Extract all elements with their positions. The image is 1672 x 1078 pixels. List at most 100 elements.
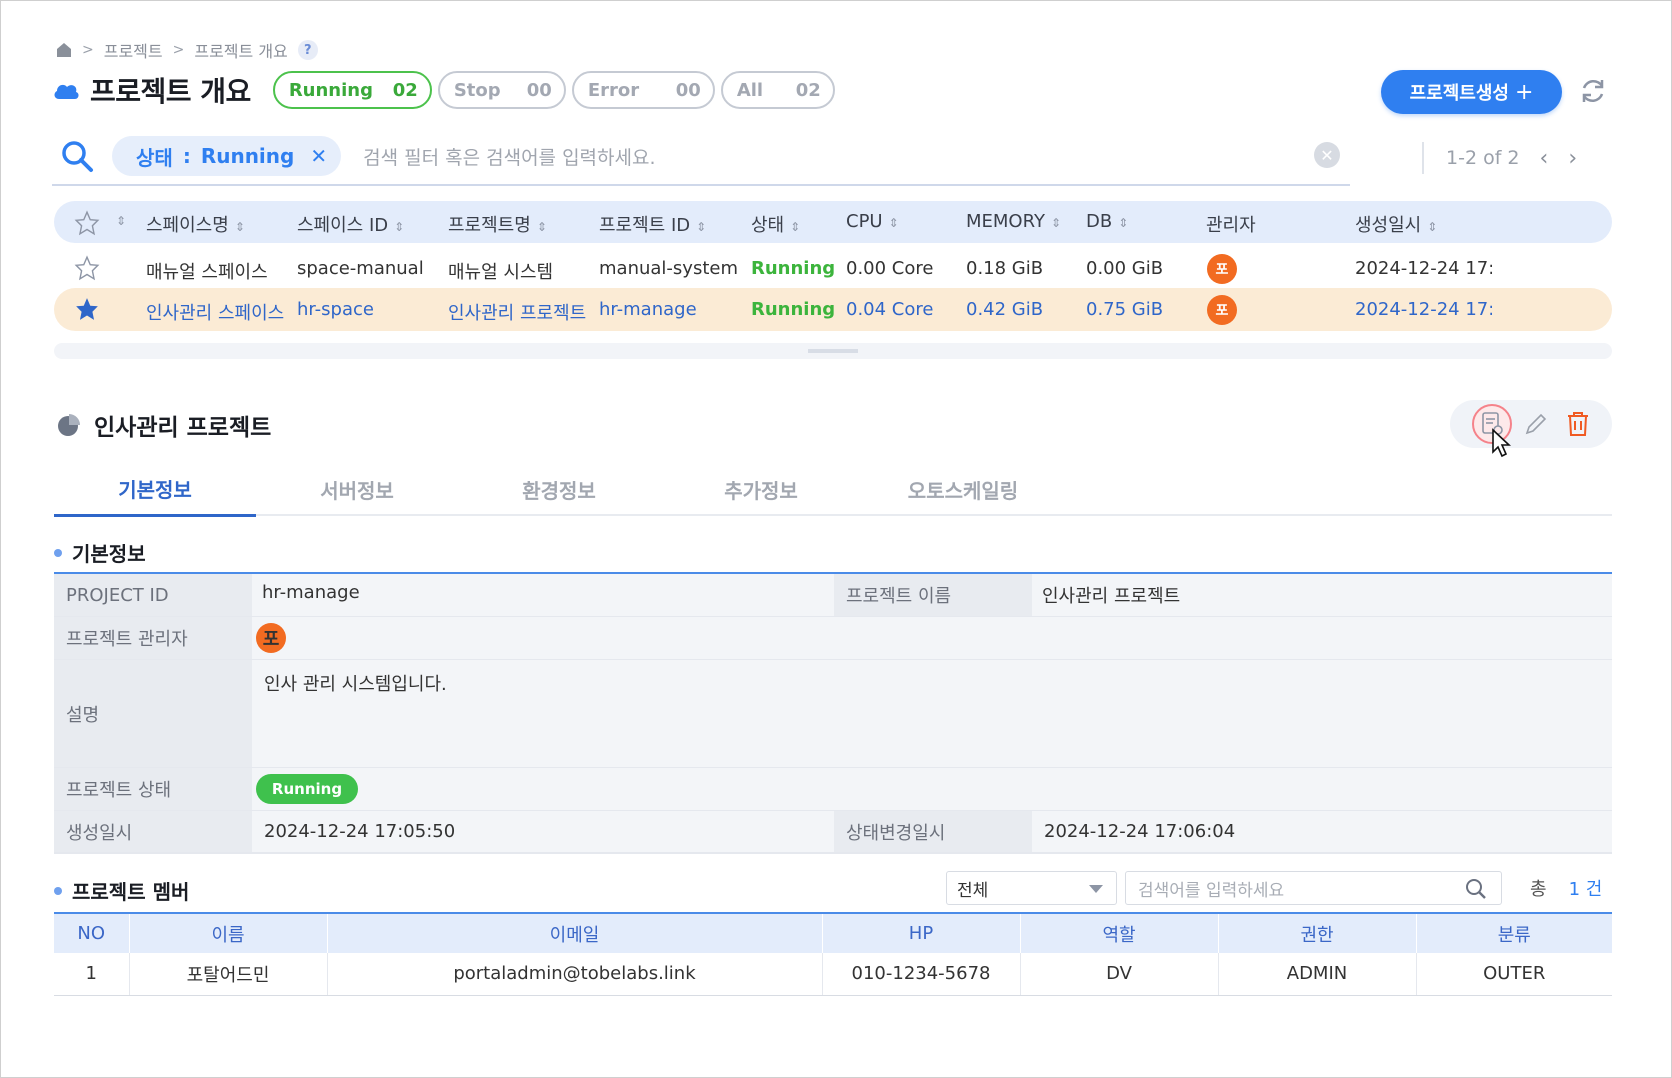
status-filter-chip[interactable]: 상태 : Running ✕ [112, 136, 342, 176]
tab-extra-info[interactable]: 추가정보 [660, 462, 862, 516]
col-label: CPU [846, 211, 883, 232]
status-pill-all[interactable]: All 02 [720, 71, 835, 109]
col-status[interactable]: 상태 ⇕ [751, 211, 800, 237]
info-row: 프로젝트 상태 Running [54, 768, 1612, 811]
avatar: 포 [256, 623, 286, 653]
col-label: 상태 [751, 215, 785, 236]
col-project-id[interactable]: 프로젝트 ID ⇕ [599, 211, 706, 237]
bullet-icon [54, 886, 62, 895]
breadcrumb-separator-icon: > [172, 42, 185, 58]
sort-icon: ⇕ [394, 220, 405, 234]
search-input[interactable]: 검색 필터 혹은 검색어를 입력하세요. [363, 143, 655, 170]
sort-icon: ⇕ [888, 216, 899, 230]
tab-server-info[interactable]: 서버정보 [256, 462, 458, 516]
status-badge-wrap: Running [256, 774, 358, 804]
cell-memory: 0.42 GiB [966, 299, 1044, 320]
label-created: 생성일시 [54, 811, 252, 852]
total-count: 1 건 [1568, 879, 1603, 900]
col-created[interactable]: 생성일시 ⇕ [1355, 211, 1437, 237]
col-label: 스페이스 ID [297, 215, 389, 236]
status-pill-stop[interactable]: Stop 00 [437, 71, 566, 109]
favorite-star-filled-icon[interactable] [74, 296, 100, 327]
member-table: NO 이름 이메일 HP 역할 권한 분류 1 포탈어드민 portaladmi… [54, 912, 1612, 996]
sort-icon: ⇕ [1427, 220, 1438, 234]
table-row[interactable]: 매뉴얼 스페이스 space-manual 매뉴얼 시스템 manual-sys… [54, 247, 1612, 290]
detail-title-text: 인사관리 프로젝트 [94, 415, 272, 441]
cell-project-id: manual-system [599, 258, 738, 279]
col-type: 분류 [1416, 912, 1612, 953]
info-row: 생성일시 2024-12-24 17:05:50 상태변경일시 2024-12-… [54, 811, 1612, 854]
label-project-id: PROJECT ID [54, 574, 252, 616]
edit-pencil-icon[interactable] [1520, 408, 1552, 440]
cell-type: OUTER [1416, 953, 1612, 996]
breadcrumb-item-project[interactable]: 프로젝트 [104, 38, 163, 62]
detail-actions [1450, 400, 1612, 448]
sort-icon[interactable]: ⇕ [116, 214, 126, 228]
breadcrumb-separator-icon: > [82, 42, 94, 58]
pill-label: Running [288, 79, 373, 101]
favorite-star-icon[interactable] [74, 255, 100, 286]
tab-env-info[interactable]: 환경정보 [458, 462, 660, 516]
table-row-selected[interactable]: 인사관리 스페이스 hr-space 인사관리 프로젝트 hr-manage R… [54, 288, 1612, 331]
status-pill-running[interactable]: Running 02 [272, 71, 432, 109]
next-page-icon[interactable]: › [1568, 146, 1577, 171]
trash-icon[interactable] [1562, 408, 1594, 440]
section-title: 프로젝트 멤버 [72, 880, 190, 904]
remove-filter-icon[interactable]: ✕ [310, 144, 327, 168]
favorite-header-icon[interactable] [74, 210, 100, 241]
col-label: 프로젝트 ID [599, 215, 691, 236]
scrollbar-handle[interactable] [808, 349, 858, 353]
home-icon[interactable] [56, 42, 72, 58]
col-space-name[interactable]: 스페이스명 ⇕ [146, 211, 245, 237]
value-project-id: hr-manage [262, 582, 360, 603]
clear-search-icon[interactable]: ✕ [1314, 142, 1340, 168]
create-project-button[interactable]: 프로젝트생성 + [1381, 70, 1562, 114]
col-db[interactable]: DB ⇕ [1086, 211, 1128, 232]
basic-info-heading: 기본정보 [54, 538, 146, 567]
member-filter-select[interactable]: 전체 [946, 871, 1117, 905]
cell-status: Running [751, 299, 836, 320]
col-name: 이름 [129, 912, 328, 953]
sort-icon: ⇕ [1118, 216, 1129, 230]
search-icon[interactable] [60, 139, 94, 173]
table-row[interactable]: 1 포탈어드민 portaladmin@tobelabs.link 010-12… [54, 953, 1612, 996]
cell-db: 0.00 GiB [1086, 258, 1164, 279]
help-icon[interactable]: ? [297, 40, 318, 60]
sort-icon: ⇕ [234, 220, 245, 234]
member-count: 총 1 건 [1530, 871, 1602, 905]
value-project-name: 인사관리 프로젝트 [1042, 586, 1181, 607]
cell-role: DV [1020, 953, 1219, 996]
col-label: 프로젝트명 [448, 215, 531, 236]
pill-count: 00 [526, 79, 552, 101]
cell-name: 포탈어드민 [129, 953, 328, 996]
detail-title: 인사관리 프로젝트 [56, 408, 271, 442]
breadcrumb-item-overview[interactable]: 프로젝트 개요 [194, 38, 287, 62]
sort-icon: ⇕ [696, 220, 707, 234]
col-label: 스페이스명 [146, 215, 229, 236]
avatar: 포 [1207, 254, 1237, 284]
status-pill-error[interactable]: Error 00 [571, 71, 715, 109]
cell-db: 0.75 GiB [1086, 299, 1164, 320]
col-space-id[interactable]: 스페이스 ID ⇕ [297, 211, 404, 237]
col-label: DB [1086, 211, 1113, 232]
cell-space-id: space-manual [297, 258, 424, 279]
prev-page-icon[interactable]: ‹ [1540, 146, 1549, 171]
col-label: MEMORY [966, 211, 1045, 232]
col-project-name[interactable]: 프로젝트명 ⇕ [448, 211, 547, 237]
col-memory[interactable]: MEMORY ⇕ [966, 211, 1061, 232]
tab-autoscaling[interactable]: 오토스케일링 [862, 462, 1064, 516]
horizontal-scrollbar[interactable] [54, 343, 1612, 359]
label-project-name: 프로젝트 이름 [834, 574, 1032, 616]
sort-icon: ⇕ [790, 220, 801, 234]
cell-status: Running [751, 258, 836, 279]
member-search-input[interactable]: 검색어를 입력하세요 [1125, 871, 1502, 905]
tab-basic-info[interactable]: 기본정보 [54, 462, 256, 517]
col-cpu[interactable]: CPU ⇕ [846, 211, 899, 232]
cell-project-name: 매뉴얼 시스템 [448, 262, 554, 283]
avatar: 포 [1207, 295, 1237, 325]
search-icon[interactable] [1465, 878, 1487, 900]
sort-icon: ⇕ [536, 220, 547, 234]
search-placeholder: 검색어를 입력하세요 [1138, 880, 1285, 901]
cell-hp: 010-1234-5678 [822, 953, 1021, 996]
refresh-icon[interactable] [1578, 76, 1608, 106]
